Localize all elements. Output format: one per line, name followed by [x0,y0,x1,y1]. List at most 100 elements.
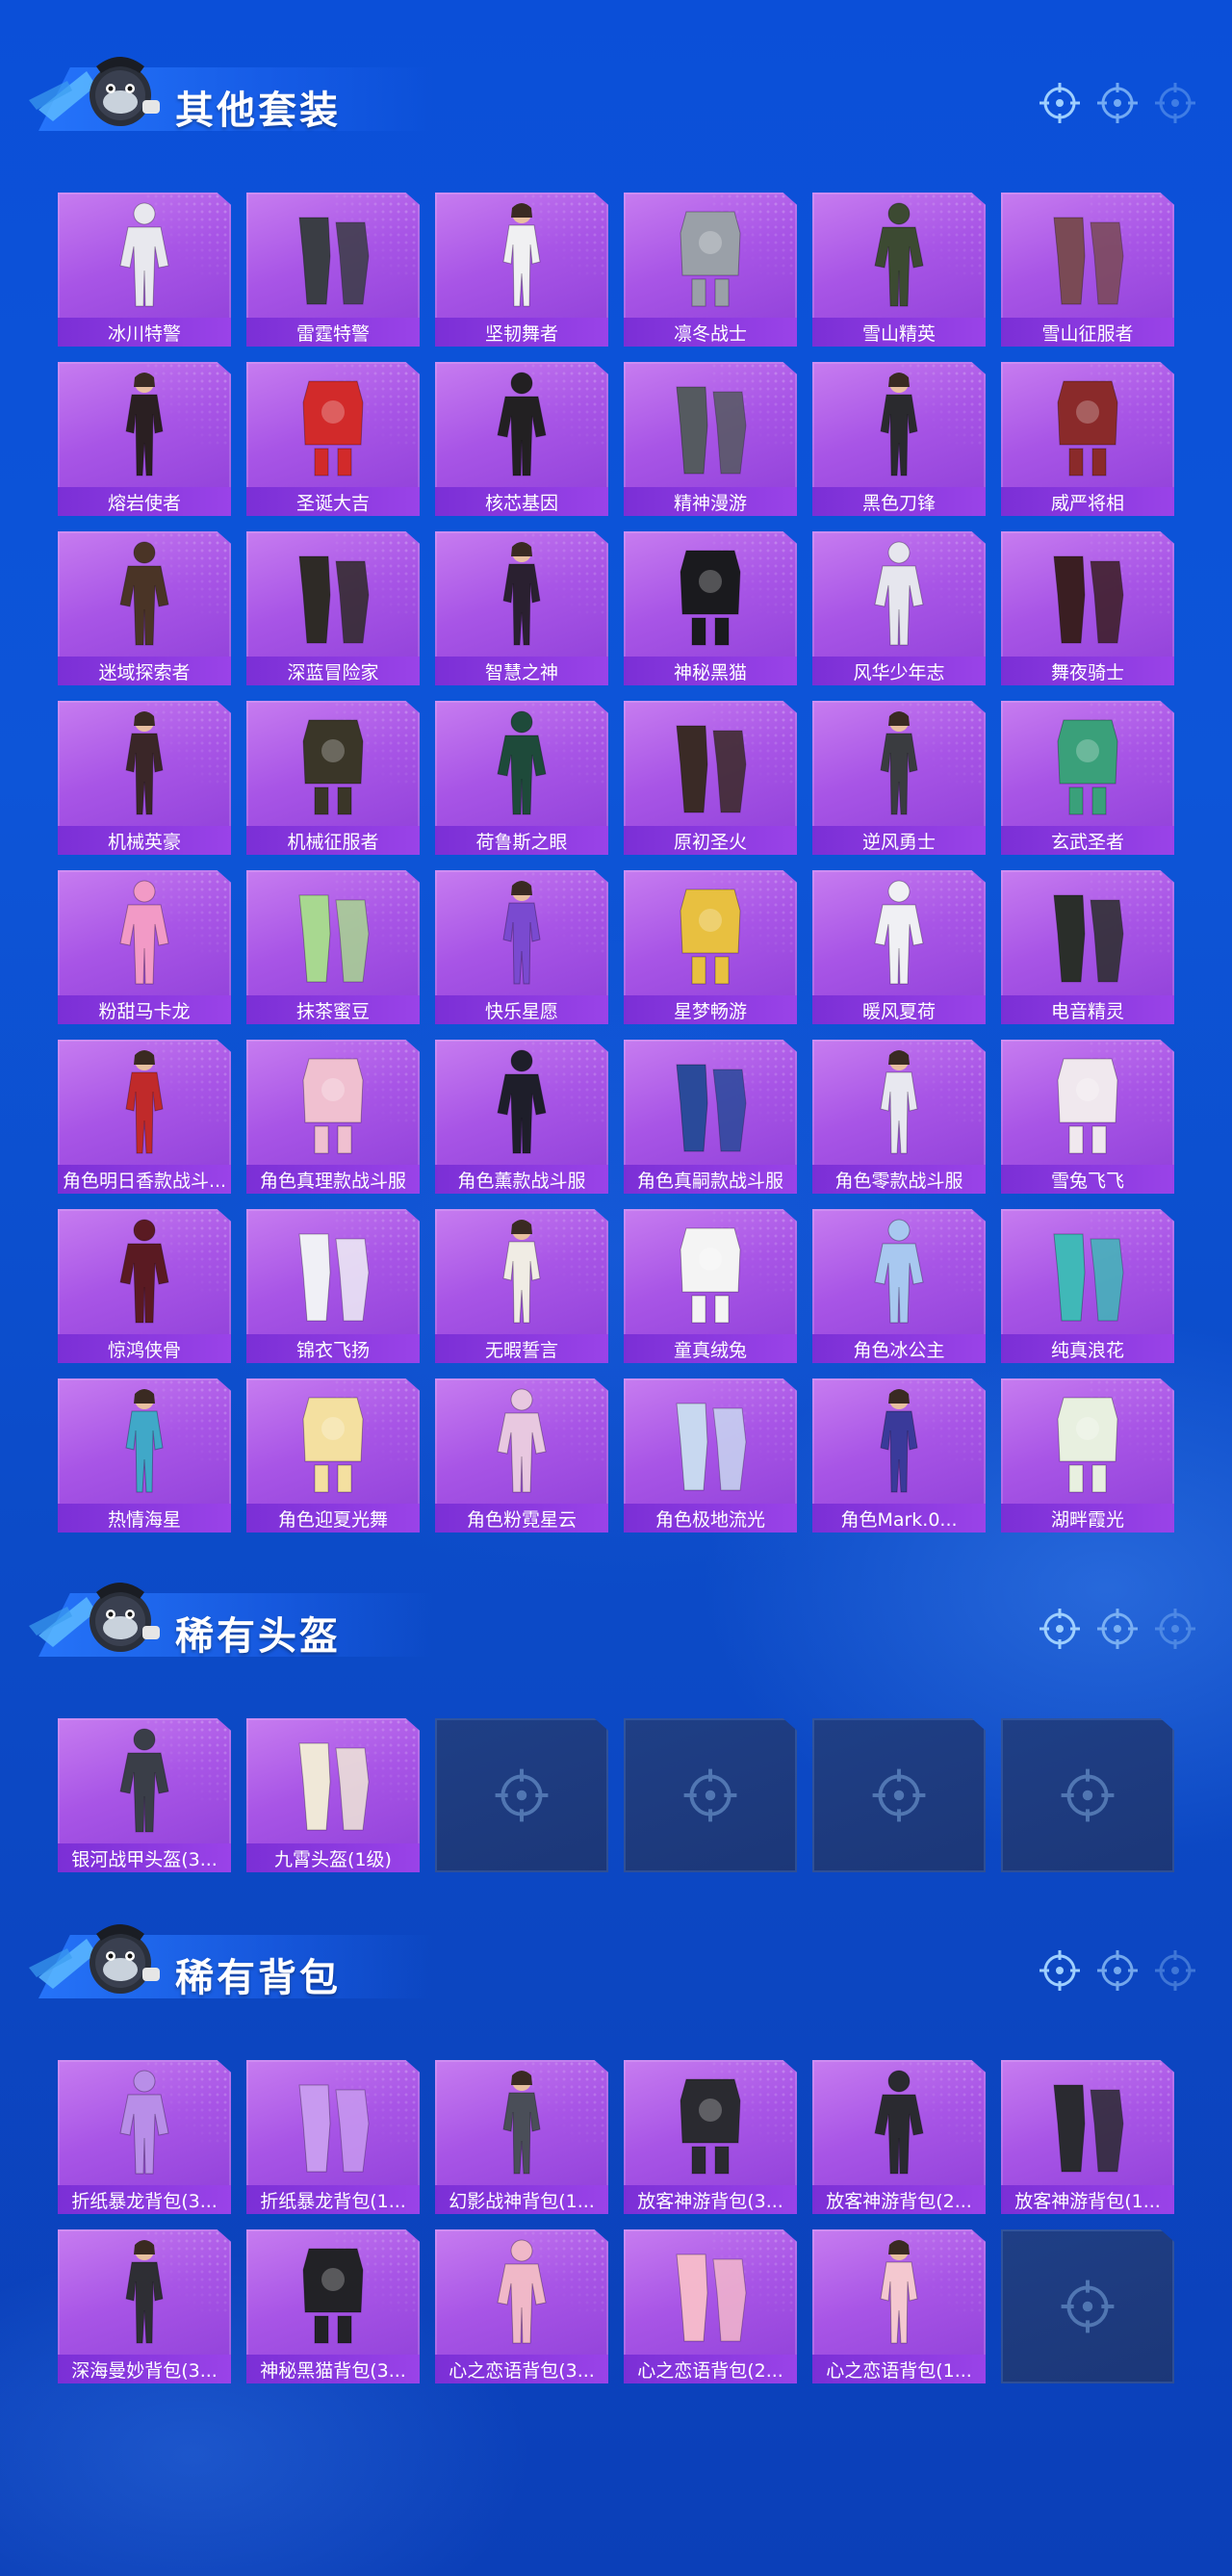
item-card[interactable]: 熔岩使者 [58,362,231,516]
item-card[interactable]: 荷鲁斯之眼 [435,701,608,855]
mascot-icon [29,42,173,139]
item-image [1001,368,1174,481]
item-card[interactable]: 深蓝冒险家 [246,531,420,685]
item-card[interactable]: 角色零款战斗服 [812,1040,986,1194]
item-card[interactable]: 湖畔霞光 [1001,1378,1174,1533]
crosshair-icon [1153,1948,1197,1993]
item-image [624,1384,797,1498]
item-card[interactable]: 角色Mark.0... [812,1378,986,1533]
item-card[interactable]: 深海曼妙背包(3... [58,2229,231,2383]
item-card[interactable]: 逆风勇士 [812,701,986,855]
item-card[interactable]: 角色粉霓星云 [435,1378,608,1533]
item-card[interactable]: 角色极地流光 [624,1378,797,1533]
section-other-outfits: 其他套装 冰川特警 雷霆特警 坚韧舞者 凛冬战士 雪山精英 雪山征服者 熔岩使者… [0,39,1232,1533]
item-label: 星梦畅游 [624,995,797,1024]
item-card[interactable]: 核芯基因 [435,362,608,516]
item-card[interactable]: 神秘黑猫 [624,531,797,685]
item-card[interactable]: 暖风夏荷 [812,870,986,1024]
item-card[interactable]: 无暇誓言 [435,1209,608,1363]
item-card[interactable]: 角色薰款战斗服 [435,1040,608,1194]
item-card[interactable]: 星梦畅游 [624,870,797,1024]
item-card[interactable]: 放客神游背包(2... [812,2060,986,2214]
item-image [624,707,797,820]
item-card[interactable]: 角色迎夏光舞 [246,1378,420,1533]
item-card[interactable]: 快乐星愿 [435,870,608,1024]
item-card[interactable]: 精神漫游 [624,362,797,516]
item-label: 精神漫游 [624,487,797,516]
item-image [246,537,420,651]
item-image [1001,1215,1174,1328]
item-card[interactable]: 粉甜马卡龙 [58,870,231,1024]
item-card[interactable]: 角色真嗣款战斗服 [624,1040,797,1194]
item-card[interactable]: 坚韧舞者 [435,193,608,347]
crosshair-icon [1001,1718,1174,1872]
item-card[interactable]: 心之恋语背包(1... [812,2229,986,2383]
item-card[interactable]: 圣诞大吉 [246,362,420,516]
item-label: 角色冰公主 [812,1334,986,1363]
item-card[interactable]: 威严将相 [1001,362,1174,516]
item-card[interactable]: 机械英豪 [58,701,231,855]
item-card[interactable]: 放客神游背包(1... [1001,2060,1174,2214]
item-label: 心之恋语背包(1... [812,2355,986,2383]
item-card[interactable]: 神秘黑猫背包(3... [246,2229,420,2383]
item-card[interactable]: 角色冰公主 [812,1209,986,1363]
item-label: 圣诞大吉 [246,487,420,516]
item-label: 舞夜骑士 [1001,657,1174,685]
item-image [624,876,797,990]
item-card[interactable]: 电音精灵 [1001,870,1174,1024]
item-card[interactable]: 折纸暴龙背包(3... [58,2060,231,2214]
item-card[interactable]: 折纸暴龙背包(1... [246,2060,420,2214]
item-card[interactable]: 童真绒兔 [624,1209,797,1363]
item-image [58,1215,231,1328]
item-card[interactable]: 角色真理款战斗服 [246,1040,420,1194]
item-card[interactable]: 原初圣火 [624,701,797,855]
item-label: 坚韧舞者 [435,318,608,347]
item-label: 九霄头盔(1级) [246,1843,420,1872]
item-card[interactable]: 冰川特警 [58,193,231,347]
item-card[interactable]: 智慧之神 [435,531,608,685]
item-card[interactable]: 热情海星 [58,1378,231,1533]
item-card[interactable]: 雪山精英 [812,193,986,347]
item-card[interactable]: 机械征服者 [246,701,420,855]
crosshair-group [1038,1607,1197,1651]
empty-slot [1001,1718,1174,1872]
item-image [246,707,420,820]
item-card[interactable]: 雪兔飞飞 [1001,1040,1174,1194]
item-image [624,198,797,312]
item-image [246,2066,420,2179]
mascot-icon [29,1568,173,1664]
item-label: 放客神游背包(2... [812,2185,986,2214]
item-label: 电音精灵 [1001,995,1174,1024]
item-label: 深海曼妙背包(3... [58,2355,231,2383]
item-image [624,537,797,651]
item-card[interactable]: 雪山征服者 [1001,193,1174,347]
item-card[interactable]: 凛冬战士 [624,193,797,347]
item-card[interactable]: 玄武圣者 [1001,701,1174,855]
mascot-icon [29,1910,173,2006]
item-image [812,707,986,820]
item-image [58,707,231,820]
item-card[interactable]: 黑色刀锋 [812,362,986,516]
crosshair-group [1038,1948,1197,1993]
item-image [812,368,986,481]
item-card[interactable]: 九霄头盔(1级) [246,1718,420,1872]
item-card[interactable]: 心之恋语背包(2... [624,2229,797,2383]
item-card[interactable]: 角色明日香款战斗... [58,1040,231,1194]
item-card[interactable]: 雷霆特警 [246,193,420,347]
crosshair-icon [1095,1948,1140,1993]
item-card[interactable]: 幻影战神背包(1... [435,2060,608,2214]
item-card[interactable]: 纯真浪花 [1001,1209,1174,1363]
item-card[interactable]: 迷域探索者 [58,531,231,685]
item-card[interactable]: 锦衣飞扬 [246,1209,420,1363]
crosshair-icon [1153,81,1197,125]
section-header: 稀有头盔 [0,1564,1232,1661]
item-card[interactable]: 惊鸿侠骨 [58,1209,231,1363]
item-card[interactable]: 舞夜骑士 [1001,531,1174,685]
item-card[interactable]: 抹茶蜜豆 [246,870,420,1024]
item-card[interactable]: 放客神游背包(3... [624,2060,797,2214]
item-image [58,198,231,312]
item-card[interactable]: 心之恋语背包(3... [435,2229,608,2383]
item-card[interactable]: 风华少年志 [812,531,986,685]
crosshair-icon [812,1718,986,1872]
item-card[interactable]: 银河战甲头盔(3... [58,1718,231,1872]
